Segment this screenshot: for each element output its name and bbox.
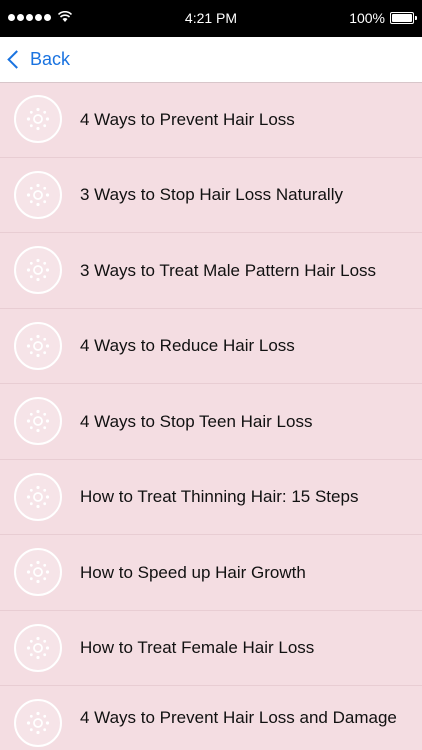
list-item-label: 4 Ways to Prevent Hair Loss and Damage [80,708,397,727]
list-item-label: 4 Ways to Stop Teen Hair Loss [80,411,313,431]
flower-icon [14,699,62,747]
list-item[interactable]: 3 Ways to Treat Male Pattern Hair Loss [0,233,422,309]
battery-icon [390,12,417,24]
article-list: 4 Ways to Prevent Hair Loss 3 Ways to Sto… [0,82,422,750]
list-item[interactable]: 4 Ways to Reduce Hair Loss [0,309,422,384]
flower-icon [14,472,62,521]
flower-icon [14,321,62,370]
flower-icon [14,170,62,219]
list-item-label: How to Speed up Hair Growth [80,562,306,582]
list-item[interactable]: How to Treat Female Hair Loss [0,611,422,686]
status-bar: 4:21 PM 100% [0,0,422,37]
list-item[interactable]: How to Treat Thinning Hair: 15 Steps [0,460,422,535]
flower-icon [14,397,62,445]
list-item[interactable]: 4 Ways to Stop Teen Hair Loss [0,384,422,460]
list-item-label: 4 Ways to Prevent Hair Loss [80,109,295,129]
flower-icon [14,95,62,143]
flower-icon [14,623,62,672]
back-button[interactable]: Back [6,37,70,82]
battery-percentage: 100% [349,10,385,26]
list-item[interactable]: 3 Ways to Stop Hair Loss Naturally [0,158,422,233]
list-item-label: How to Treat Female Hair Loss [80,638,315,658]
list-item-label: 3 Ways to Stop Hair Loss Naturally [80,185,343,205]
flower-icon [14,548,62,596]
list-item-label: 4 Ways to Reduce Hair Loss [80,336,295,356]
list-item[interactable]: How to Speed up Hair Growth [0,535,422,611]
navigation-bar: Back [0,37,422,83]
list-item-label: 3 Ways to Treat Male Pattern Hair Loss [80,260,377,280]
chevron-left-icon [7,50,26,69]
list-item-label: How to Treat Thinning Hair: 15 Steps [80,487,359,507]
list-item[interactable]: 4 Ways to Prevent Hair Loss [0,82,422,158]
list-item[interactable]: 4 Ways to Prevent Hair Loss and Damage [0,686,422,750]
flower-icon [14,246,62,294]
back-button-label: Back [30,49,71,69]
